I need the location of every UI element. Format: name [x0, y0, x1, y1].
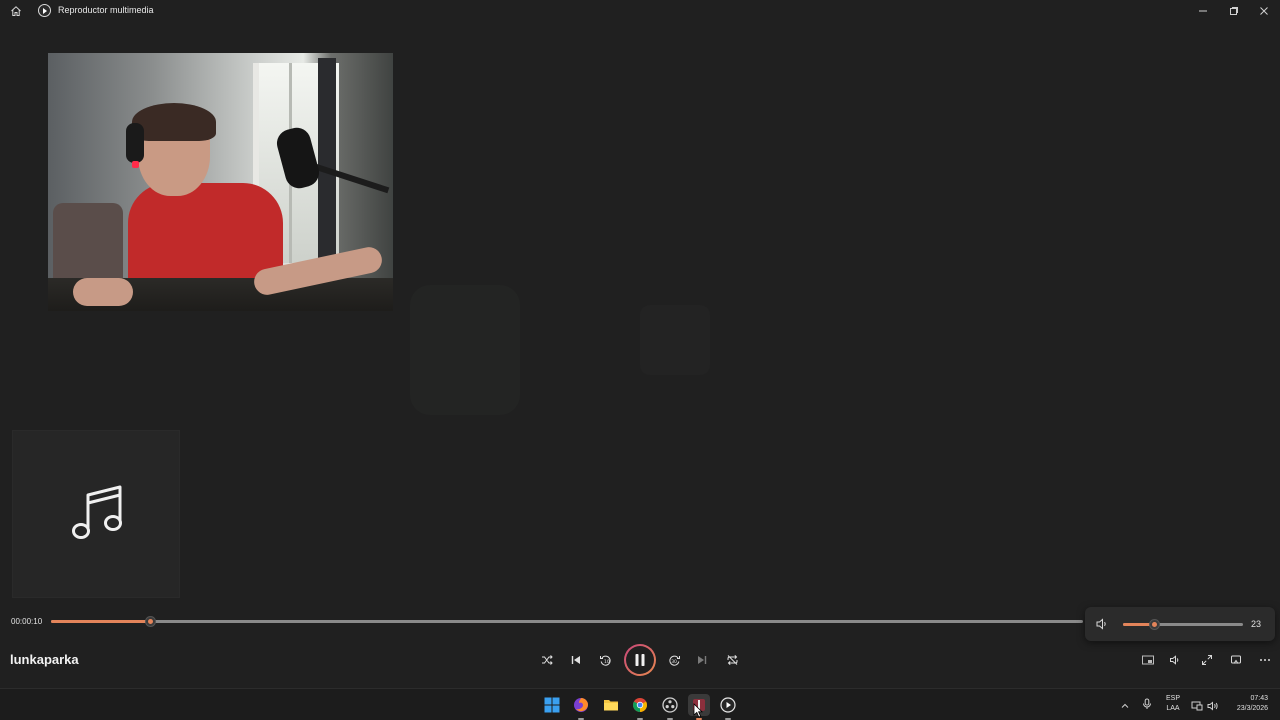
app-logo-icon [38, 4, 51, 17]
language-layout: LAA [1166, 705, 1180, 712]
close-button[interactable] [1249, 2, 1279, 20]
start-button[interactable] [541, 694, 563, 716]
firefox-icon [574, 698, 588, 712]
headphone-light [132, 161, 139, 168]
network-icon [1191, 701, 1203, 711]
svg-text:10: 10 [604, 659, 610, 665]
seek-bar-thumb[interactable] [145, 616, 157, 627]
fullscreen-button[interactable] [1198, 651, 1216, 669]
home-button[interactable] [8, 3, 24, 19]
volume-value: 23 [1251, 619, 1262, 629]
chevron-up-icon [1121, 703, 1129, 708]
media-player-icon [720, 697, 736, 713]
volume-button[interactable] [1166, 651, 1184, 669]
file-explorer-icon [604, 700, 618, 711]
background-ghost-shape [640, 305, 710, 375]
volume-slider-thumb[interactable] [1149, 619, 1161, 630]
repeat-icon [727, 654, 737, 666]
album-art[interactable] [12, 430, 180, 598]
volume-slider[interactable] [1123, 619, 1243, 630]
pause-icon [635, 654, 645, 666]
volume-icon [1170, 655, 1179, 665]
video-person-hand [73, 278, 133, 306]
svg-text:30: 30 [671, 659, 677, 665]
more-options-icon [1260, 659, 1270, 661]
previous-button[interactable] [566, 650, 586, 670]
obs-icon [662, 697, 678, 713]
next-icon [698, 656, 707, 664]
volume-flyout: 23 [1085, 607, 1275, 641]
seek-bar[interactable] [51, 616, 1083, 627]
taskbar-clock[interactable]: 07:43 23/3/2026 [1222, 694, 1268, 714]
show-hidden-icons-button[interactable] [1120, 698, 1130, 716]
rewind-10-button[interactable]: 10 [595, 650, 615, 670]
chrome-icon [633, 698, 647, 712]
background-ghost-shape [410, 285, 520, 415]
video-person-hair [132, 103, 216, 141]
home-icon [11, 6, 21, 16]
miniplayer-icon [1142, 655, 1154, 665]
current-time: 00:00:10 [11, 617, 43, 626]
shuffle-button[interactable] [537, 650, 557, 670]
restore-button[interactable] [1219, 2, 1249, 20]
network-tray-button[interactable] [1191, 698, 1203, 716]
language-code: ESP [1165, 695, 1180, 702]
input-language-indicator[interactable]: ESP LAA [1163, 694, 1183, 714]
shuffle-icon [542, 655, 553, 665]
forward-30-icon: 30 [668, 655, 680, 666]
speaker-icon [1207, 701, 1218, 711]
fullscreen-icon [1202, 655, 1212, 665]
title-bar [0, 0, 1280, 22]
miniplayer-button[interactable] [1139, 651, 1157, 669]
forward-30-button[interactable]: 30 [664, 650, 684, 670]
firefox-taskbar-button[interactable] [570, 694, 592, 720]
cast-icon [1231, 655, 1241, 664]
clock-date: 23/3/2026 [1236, 705, 1268, 712]
clock-time: 07:43 [1250, 695, 1268, 702]
track-title: lunkaparka [10, 652, 79, 667]
mouse-cursor-icon [693, 703, 703, 718]
file-explorer-taskbar-button[interactable] [600, 694, 622, 716]
repeat-button[interactable] [722, 650, 742, 670]
video-frame [48, 53, 393, 311]
seek-bar-fill [51, 620, 151, 623]
start-icon [544, 697, 560, 713]
pause-button[interactable] [624, 644, 656, 676]
restore-icon [1230, 7, 1238, 15]
cast-button[interactable] [1227, 651, 1245, 669]
microphone-icon [1143, 698, 1151, 709]
headphone-icon [126, 123, 144, 163]
obs-taskbar-button[interactable] [659, 694, 681, 720]
media-player-taskbar-button[interactable] [717, 694, 739, 720]
minimize-button[interactable] [1188, 2, 1218, 20]
rewind-10-icon: 10 [599, 655, 611, 666]
window-title: Reproductor multimedia [58, 5, 154, 15]
music-note-icon [72, 485, 122, 539]
previous-icon [571, 656, 580, 664]
next-button[interactable] [692, 650, 712, 670]
volume-icon[interactable] [1095, 617, 1109, 631]
speaker-tray-button[interactable] [1207, 698, 1219, 716]
more-options-button[interactable] [1256, 651, 1274, 669]
chrome-taskbar-button[interactable] [629, 694, 651, 720]
close-icon [1260, 7, 1268, 15]
microphone-tray-button[interactable] [1142, 697, 1152, 715]
minimize-icon [1199, 10, 1207, 12]
